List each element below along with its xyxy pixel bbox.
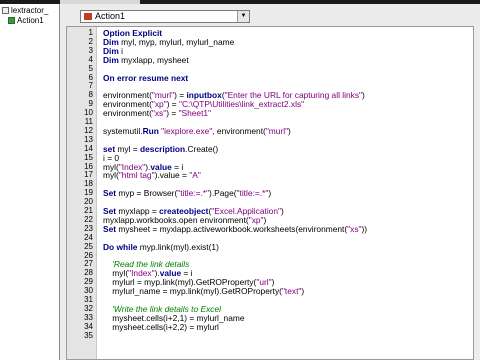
action-toolbar: Action1 ▼ xyxy=(60,4,480,23)
code-line[interactable]: 14 set myl = description.Create() xyxy=(67,143,473,154)
tree-item-test[interactable]: lextractor_ xyxy=(2,6,48,16)
tree-item-action1[interactable]: Action1 xyxy=(8,16,44,26)
code-line[interactable]: 4 Dim myxlapp, mysheet xyxy=(67,54,473,65)
code-text: environment("xs") = "Sheet1" xyxy=(103,109,211,118)
code-text: myl("html tag").value = "A" xyxy=(103,171,201,180)
code-line[interactable]: 17 myl("html tag").value = "A" xyxy=(67,170,473,180)
script-panel: Action1 ▼ 1 Option Explicit 2 Dim myl, myp,… xyxy=(60,4,480,360)
code-token: environment( xyxy=(103,108,152,119)
code-text: systemutil.Run "iexplore.exe", environme… xyxy=(103,125,291,136)
code-token: )) xyxy=(361,223,368,234)
code-text: mylurl_name = myp.link(myl).GetROPropert… xyxy=(103,287,304,296)
code-token: ) = xyxy=(166,108,179,119)
code-token: mysheet = myxlapp.activeworkbook.workshe… xyxy=(116,223,348,234)
code-token: systemutil. xyxy=(103,125,143,136)
action-select-value: Action1 xyxy=(95,11,126,21)
code-line[interactable]: 19 Set myp = Browser("title:=.*").Page("t… xyxy=(67,188,473,198)
code-token: mysheet.cells(i+2,2) = mylurl xyxy=(103,321,219,332)
code-text: Do while myp.link(myl).exist(1) xyxy=(103,241,219,252)
tree-item-label: lextractor_ xyxy=(11,6,49,15)
code-token: ).Page( xyxy=(209,188,237,199)
code-text: Dim myxlapp, mysheet xyxy=(103,54,189,65)
code-line[interactable]: 6 On error resume next xyxy=(67,72,473,83)
code-token: ) xyxy=(280,206,284,216)
code-token: myxlapp, mysheet xyxy=(118,54,189,65)
code-token: Set xyxy=(103,188,117,199)
code-line[interactable]: 23 Set mysheet = myxlapp.activeworkbook.w… xyxy=(67,223,473,234)
code-text: set myl = description.Create() xyxy=(103,143,219,154)
action-select[interactable]: Action1 ▼ xyxy=(80,10,250,23)
code-line[interactable]: 25 Do while myp.link(myl).exist(1) xyxy=(67,241,473,252)
code-token: ) xyxy=(268,188,272,199)
code-token: .Create() xyxy=(185,143,219,154)
code-text: Set myp = Browser("title:=.*").Page("tit… xyxy=(103,189,271,198)
code-line[interactable]: 10 environment("xs") = "Sheet1" xyxy=(67,108,473,118)
code-text: On error resume next xyxy=(103,72,189,83)
code-token: "xs" xyxy=(151,108,167,119)
code-token: Dim xyxy=(103,54,119,65)
code-token: "iexplore.exe" xyxy=(161,125,213,136)
code-token: mylurl_name = myp.link(myl).GetROPropert… xyxy=(103,286,282,297)
code-text: Set mysheet = myxlapp.activeworkbook.wor… xyxy=(103,223,368,234)
line-number: 35 xyxy=(84,330,93,340)
code-token: description xyxy=(140,143,186,154)
tree-item-label: Action1 xyxy=(17,16,44,25)
code-text: mysheet.cells(i+2,2) = mylurl xyxy=(103,321,219,332)
folder-icon xyxy=(2,7,9,15)
code-token: Run xyxy=(142,125,159,136)
code-line[interactable]: 34 mysheet.cells(i+2,2) = mylurl xyxy=(67,321,473,332)
code-token: "title:=.*" xyxy=(177,188,210,199)
code-token: "html tag" xyxy=(118,170,155,181)
code-token: myl, myp, mylurl, mylurl_name xyxy=(118,36,235,47)
code-token: ).value = xyxy=(154,170,190,181)
code-line[interactable]: 30 mylurl_name = myp.link(myl).GetROProp… xyxy=(67,286,473,296)
code-editor[interactable]: 1 Option Explicit 2 Dim myl, myp, mylurl, m… xyxy=(66,26,474,360)
code-token: myl( xyxy=(103,170,119,181)
code-token: myp = Browser( xyxy=(116,188,178,199)
chevron-down-icon[interactable]: ▼ xyxy=(237,11,249,22)
code-token: ) xyxy=(301,286,305,297)
code-token: , environment( xyxy=(212,125,266,136)
action-icon xyxy=(84,13,92,20)
code-token: "murl" xyxy=(265,125,289,136)
code-token: ) xyxy=(288,125,291,136)
code-line[interactable]: 12 systemutil.Run "iexplore.exe", environ… xyxy=(67,125,473,136)
code-token: Set xyxy=(103,223,117,234)
action-icon xyxy=(8,17,15,25)
code-token: "xs" xyxy=(347,223,362,234)
code-line[interactable]: 35 xyxy=(67,330,473,341)
test-flow-tree: lextractor_ Action1 xyxy=(0,4,60,360)
code-token: myp.link(myl).exist(1) xyxy=(137,241,219,252)
code-token: "title:=.*" xyxy=(236,188,269,199)
code-token: Do while xyxy=(103,241,138,252)
code-token: "Sheet1" xyxy=(178,108,212,119)
code-token: "text" xyxy=(281,286,302,297)
code-line[interactable]: 2 Dim myl, myp, mylurl, mylurl_name xyxy=(67,36,473,47)
code-token: ) xyxy=(362,90,365,101)
code-token: On error resume next xyxy=(103,72,189,83)
code-token: "A" xyxy=(189,170,201,181)
